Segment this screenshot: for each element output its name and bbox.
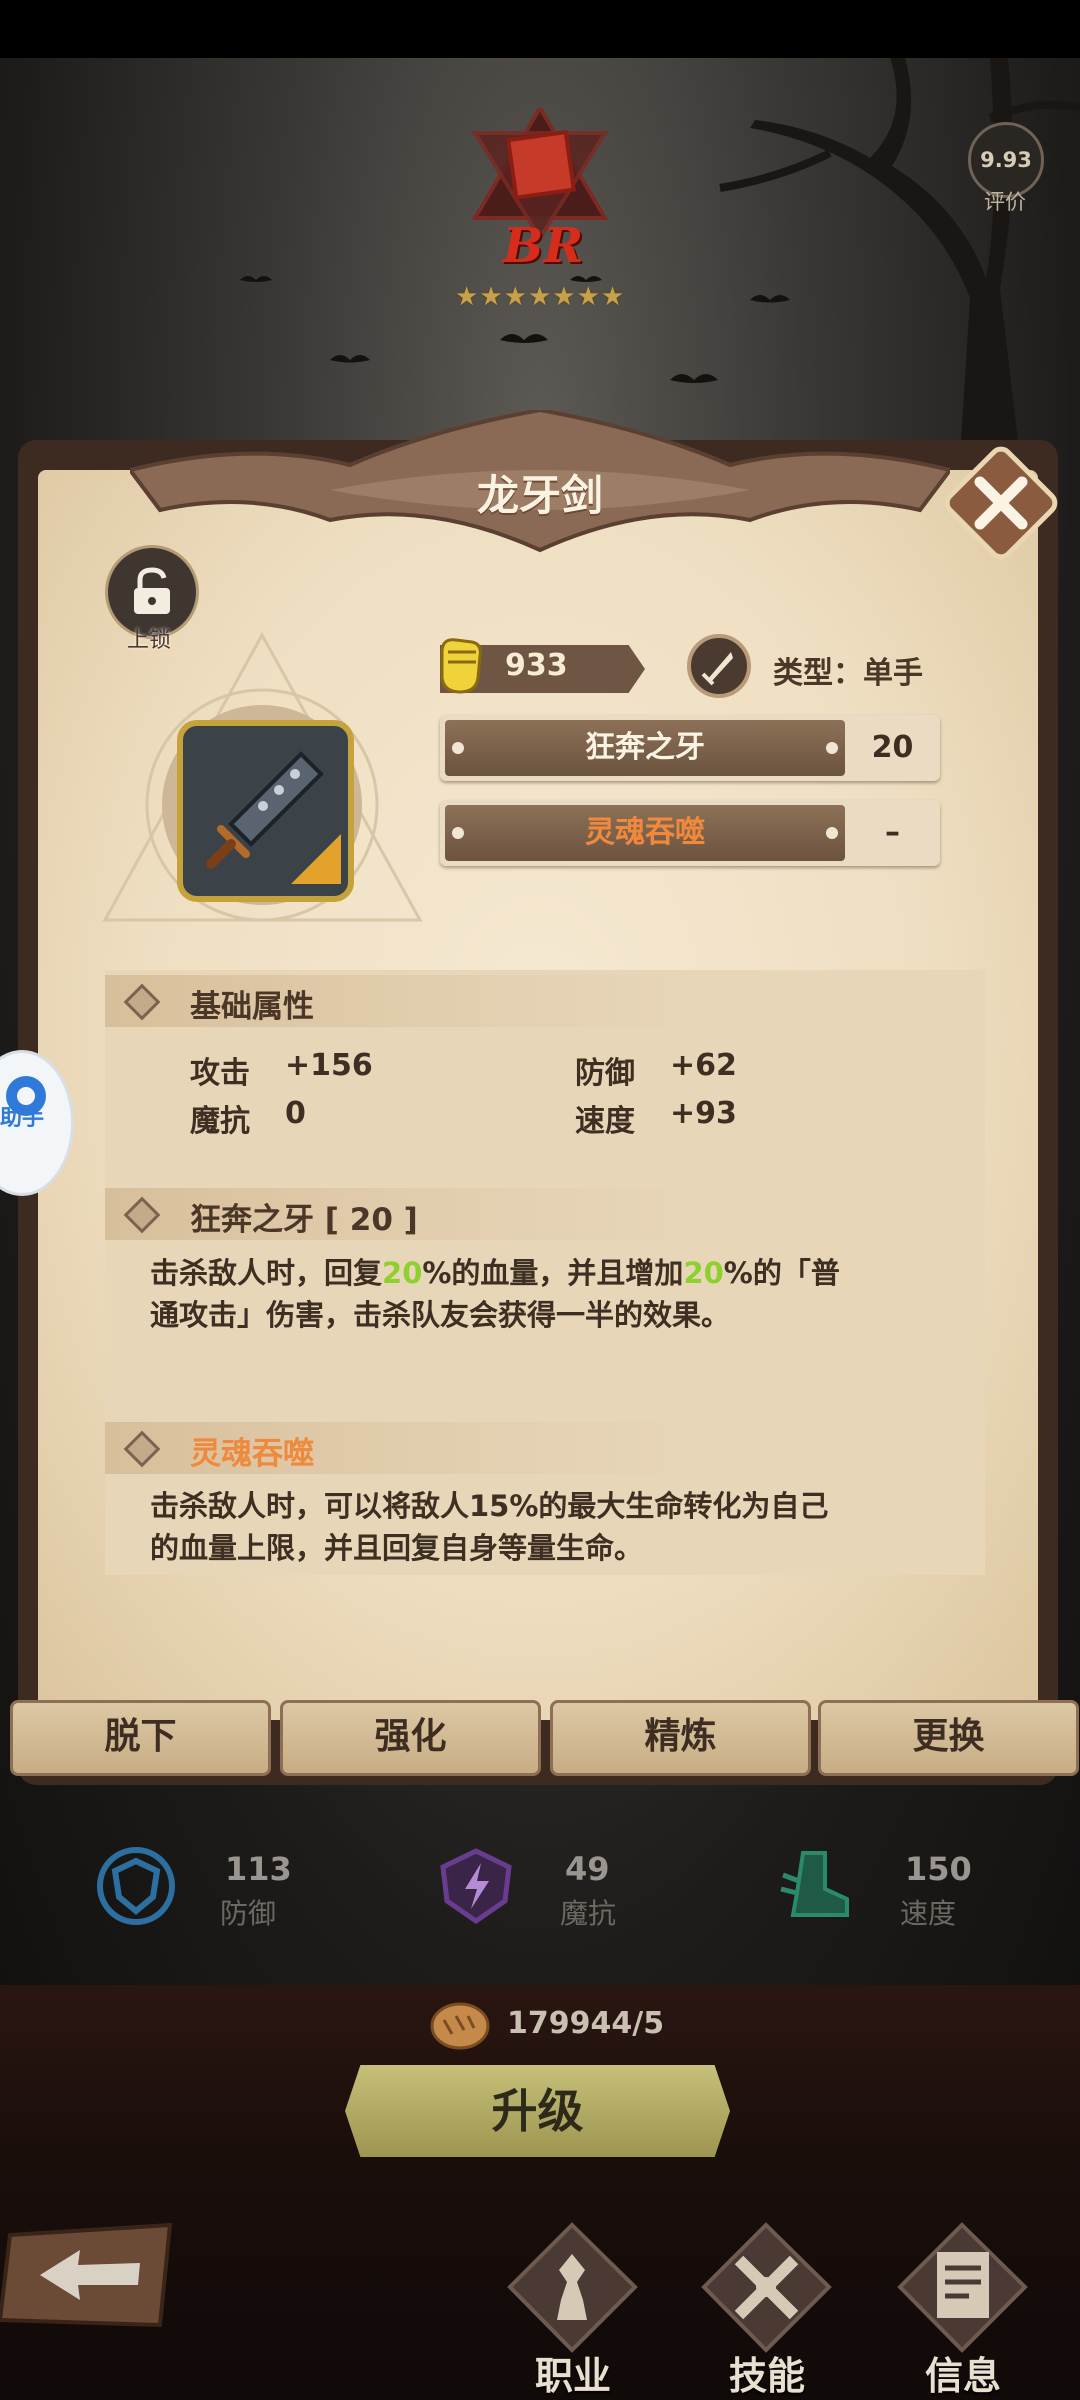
section-title: 狂奔之牙 [ 20 ]	[190, 1202, 418, 1238]
star-rating: ★ ★ ★ ★ ★ ★ ★	[455, 282, 624, 312]
stat-label: 防御	[220, 1897, 277, 1930]
fist-power-icon	[440, 638, 482, 694]
skill1-description: 击杀敌人时，回复20%的血量，并且增加20%的「普 通攻击」伤害，击杀队友会获得…	[150, 1256, 840, 1332]
nav-class[interactable]: 职业	[488, 2220, 658, 2400]
stat-value: 150	[905, 1850, 972, 1888]
nav-label: 信息	[924, 2354, 1001, 2398]
boot-icon	[780, 1851, 849, 1917]
nav-skill[interactable]: 技能	[682, 2220, 852, 2400]
unlock-icon	[134, 567, 170, 614]
skill2-description: 击杀敌人时，可以将敌人15%的最大生命转化为自己 的血量上限，并且回复自身等量生…	[150, 1489, 829, 1565]
magic-resist-icon	[440, 1848, 512, 1925]
power-value: 933	[505, 648, 568, 683]
stat-defense: 113 防御	[95, 1840, 345, 1940]
replace-button[interactable]: 更换	[818, 1700, 1079, 1776]
floating-widget-label: 助手	[0, 1106, 45, 1131]
skill-name: 狂奔之牙	[585, 730, 705, 765]
stat-label: 速度	[900, 1897, 957, 1930]
sword-item-icon	[206, 751, 341, 884]
close-icon[interactable]	[938, 440, 1064, 566]
item-slot[interactable]	[177, 720, 354, 902]
diamond-icon	[123, 1430, 161, 1468]
star-icon: ★	[576, 282, 600, 312]
stat-magic-resist: 49 魔抗	[435, 1840, 685, 1940]
skill-icon	[701, 2222, 832, 2353]
enhance-button[interactable]: 强化	[280, 1700, 541, 1776]
stat-value: 113	[225, 1850, 292, 1888]
skill2-header: 灵魂吞噬	[105, 1422, 705, 1474]
unequip-button[interactable]: 脱下	[10, 1700, 271, 1776]
basic-attributes-header: 基础属性	[105, 975, 705, 1027]
star-icon: ★	[527, 282, 552, 312]
sword-type-icon	[687, 634, 751, 698]
star-icon: ★	[455, 282, 479, 312]
status-bar	[0, 0, 1080, 58]
back-arrow-icon[interactable]	[0, 2215, 180, 2335]
info-icon	[897, 2222, 1028, 2353]
diamond-icon	[123, 983, 161, 1021]
skill-bar-1[interactable]: 狂奔之牙 20	[440, 715, 940, 781]
skill-name: 灵魂吞噬	[585, 815, 705, 850]
stat-value: 49	[565, 1850, 610, 1888]
attr-value: +62	[670, 1048, 737, 1083]
attr-value: +156	[285, 1048, 373, 1083]
star-icon: ★	[479, 282, 503, 312]
refine-button[interactable]: 精炼	[550, 1700, 811, 1776]
class-icon	[507, 2222, 638, 2353]
nav-info[interactable]: 信息	[878, 2220, 1048, 2400]
rating-label: 评价	[984, 190, 1026, 214]
skill-bar-2[interactable]: 灵魂吞噬 –	[440, 800, 940, 866]
star-icon: ★	[552, 282, 576, 312]
star-icon: ★	[503, 282, 527, 312]
nav-label: 职业	[534, 2354, 611, 2398]
attr-value: +93	[670, 1096, 737, 1131]
stat-speed: 150 速度	[775, 1840, 1025, 1940]
skill1-header: 狂奔之牙 [ 20 ]	[105, 1188, 705, 1240]
weapon-type: 类型：单手	[773, 656, 923, 691]
shield-icon	[97, 1847, 175, 1925]
diamond-icon	[123, 1196, 161, 1234]
stat-label: 魔抗	[560, 1897, 617, 1930]
skill-level: 20	[871, 730, 914, 765]
item-title: 龙牙剑	[476, 471, 603, 520]
attr-value: 0	[285, 1096, 306, 1131]
section-title: 基础属性	[190, 989, 314, 1025]
star-icon: ★	[600, 282, 625, 312]
rank-label: BR	[502, 218, 584, 274]
nav-label: 技能	[728, 2354, 805, 2398]
upgrade-cost: 179944/5	[507, 2006, 665, 2041]
section-title: 灵魂吞噬	[190, 1436, 314, 1472]
upgrade-button[interactable]: 升级	[345, 2065, 730, 2157]
skill-level: –	[885, 815, 900, 850]
